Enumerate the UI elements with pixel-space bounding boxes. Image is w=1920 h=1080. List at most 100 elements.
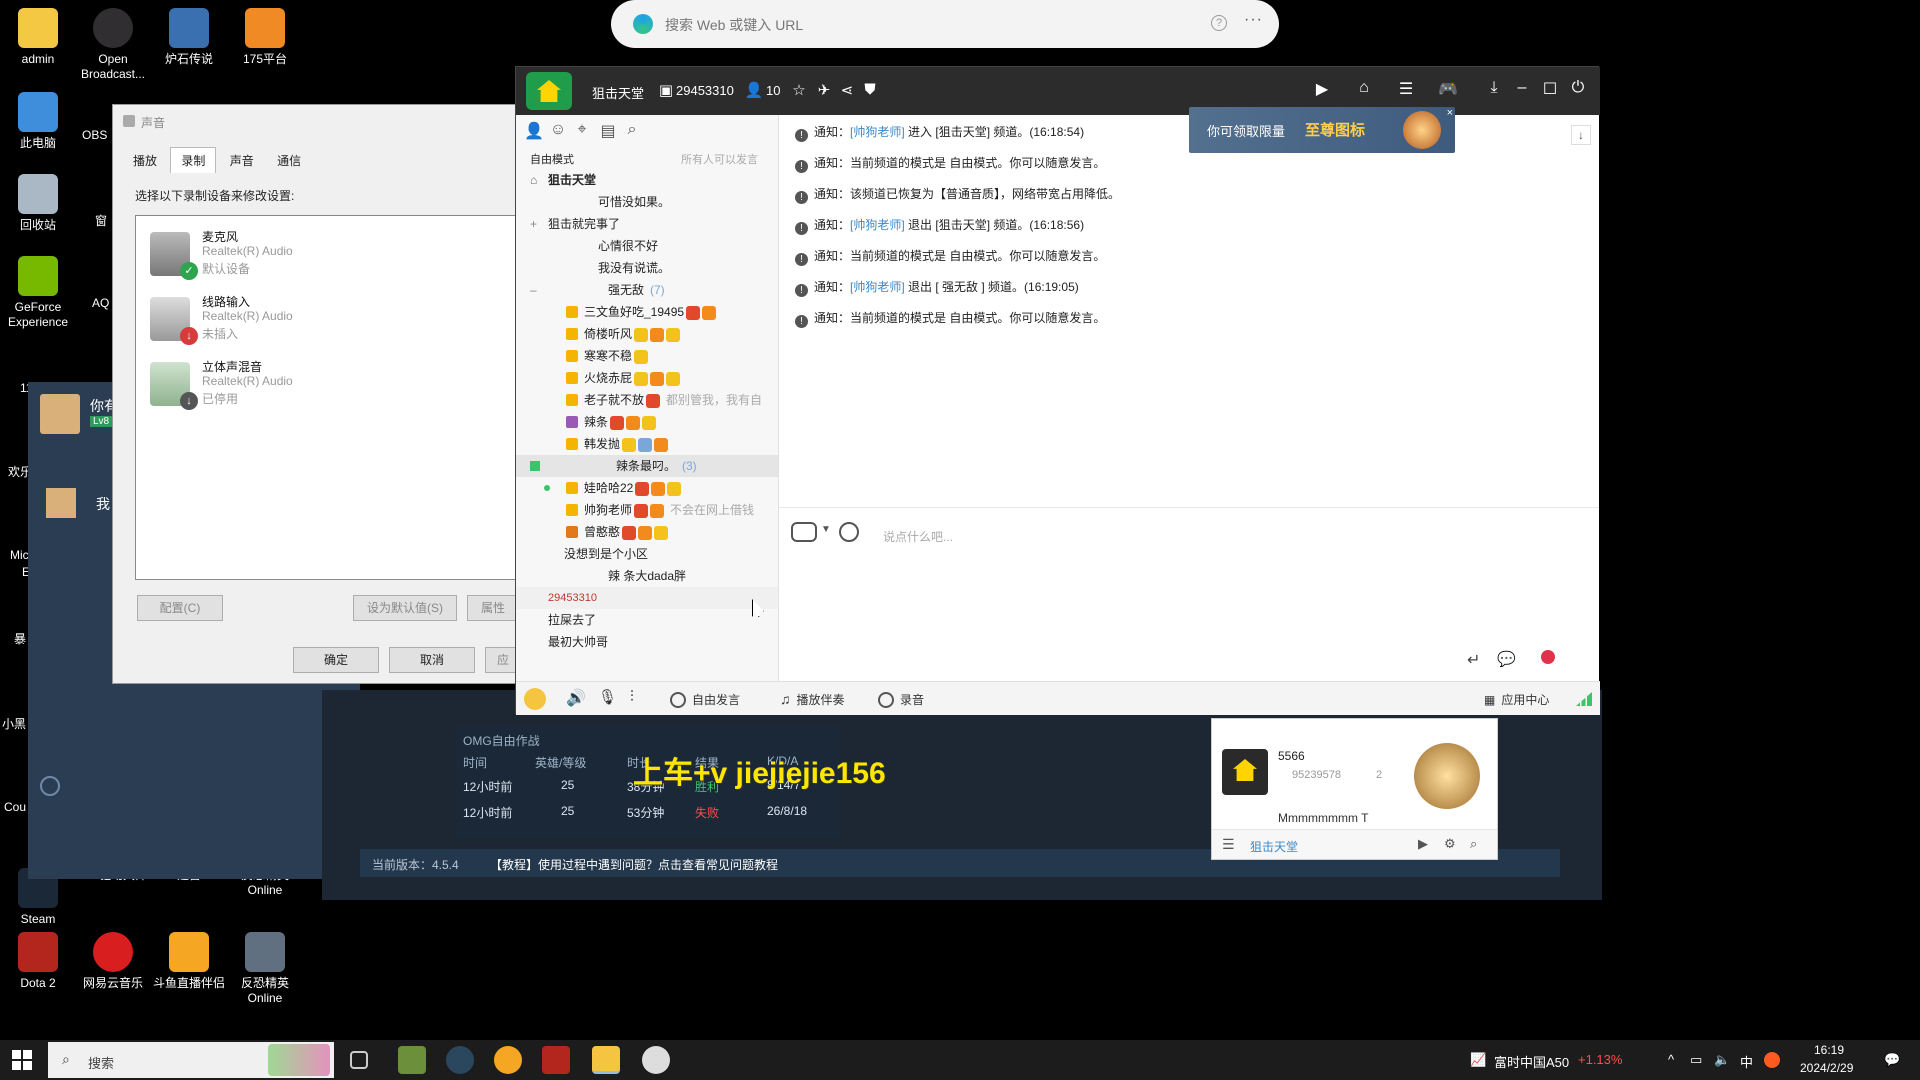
desktop-icon-175[interactable]: 175平台 — [227, 8, 303, 67]
clock-time[interactable]: 16:19 — [1814, 1043, 1844, 1057]
device-stereo-mix[interactable]: ↓ 立体声混音 Realtek(R) Audio 已停用 — [150, 358, 530, 414]
desktop-icon-cso-2[interactable]: 反恐精英 Online — [227, 932, 303, 1006]
tab-sounds[interactable]: 声音 — [220, 148, 264, 173]
gamepad-emote-icon[interactable] — [791, 522, 817, 542]
tree-subchannel-open[interactable]: – 强无敌 (7) — [516, 279, 778, 301]
tree-subchannel[interactable]: 辣 条大dada胖 — [516, 565, 778, 587]
douyu-taskbar-icon[interactable] — [494, 1046, 522, 1074]
clock-date[interactable]: 2024/2/29 — [1800, 1061, 1853, 1075]
mic-icon[interactable]: 🎙 — [598, 688, 617, 706]
member-row[interactable]: 寒寒不稳 — [516, 345, 778, 367]
minimize-icon[interactable]: – — [1510, 79, 1534, 97]
member-row[interactable]: 三文鱼好吃_19495 — [516, 301, 778, 323]
tutorial-link[interactable]: 【教程】使用过程中遇到问题？点击查看常见问题教程 — [490, 856, 778, 876]
desktop-icon-dota2[interactable]: Dota 2 — [0, 932, 76, 991]
emoji-search-icon[interactable] — [839, 522, 859, 542]
desktop-icon-douyu[interactable]: 斗鱼直播伴侣 — [151, 932, 227, 991]
set-default-button[interactable]: 设为默认值(S) — [353, 595, 457, 621]
notice-user-link[interactable]: [帅狗老师] — [850, 280, 905, 294]
notification-icon[interactable]: 💬 — [1884, 1052, 1900, 1068]
game-app-icon[interactable] — [398, 1046, 426, 1074]
device-line-in[interactable]: ↓ 线路输入 Realtek(R) Audio 未插入 — [150, 293, 530, 349]
member-row[interactable]: 老子就不放 都别管我，我有自 — [516, 389, 778, 411]
equalizer-icon[interactable]: ⫶ — [630, 688, 634, 705]
video-icon[interactable]: ▶ — [1418, 836, 1428, 852]
desktop-icon-hearthstone[interactable]: 炉石传说 — [151, 8, 227, 67]
tree-channel[interactable]: + 狙击就完事了 — [516, 213, 778, 235]
free-speak-button[interactable]: 自由发言 — [670, 691, 740, 708]
record-button[interactable]: 录音 — [878, 691, 924, 708]
owl-mascot-icon[interactable] — [524, 688, 546, 710]
member-row[interactable]: 韩发抛 — [516, 433, 778, 455]
gamepad-icon[interactable]: 🎮 — [1436, 79, 1460, 99]
chevron-up-icon[interactable]: ^ — [1668, 1052, 1674, 1067]
configure-button[interactable]: 配置(C) — [137, 595, 223, 621]
shield-icon[interactable]: ⛊ — [860, 81, 880, 98]
windows-start-icon[interactable] — [12, 1050, 32, 1070]
yy-owl-taskbar-icon[interactable] — [592, 1046, 620, 1074]
search-icon[interactable]: ⌕ — [1470, 836, 1477, 852]
promo-banner[interactable]: 你可领取限量 至尊图标 × — [1189, 107, 1455, 153]
power-icon[interactable]: ⏻ — [1566, 79, 1590, 97]
obs-taskbar-icon[interactable] — [642, 1046, 670, 1074]
desktop-icon-this-pc[interactable]: 此电脑 — [0, 92, 76, 151]
browser-search-bar[interactable]: 搜索 Web 或键入 URL ? ··· — [611, 0, 1279, 48]
tree-subchannel[interactable]: 可惜没如果。 — [516, 191, 778, 213]
member-row[interactable]: 曾憨憨 — [516, 521, 778, 543]
settings-icon[interactable]: ⚙ — [1444, 836, 1456, 852]
task-view-icon[interactable] — [350, 1051, 368, 1069]
volume-icon[interactable]: 🔈 — [1714, 1052, 1730, 1068]
tab-recording[interactable]: 录制 — [170, 147, 217, 173]
desktop-icon-admin[interactable]: admin — [0, 8, 76, 67]
member-row[interactable]: 倚楼听风 — [516, 323, 778, 345]
desktop-icon-netease-music[interactable]: 网易云音乐 — [75, 932, 151, 991]
video-icon[interactable]: ▶ — [1310, 79, 1334, 99]
desktop-icon-recycle-bin[interactable]: 回收站 — [0, 174, 76, 233]
menu-icon[interactable]: ☰ — [1222, 836, 1235, 853]
tree-subchannel[interactable]: 没想到是个小区 — [516, 543, 778, 565]
tree-channel[interactable]: 最初大帅哥 — [516, 631, 778, 653]
scroll-down-icon[interactable]: ↓ — [1571, 125, 1591, 145]
yy-home-logo-icon[interactable] — [526, 72, 572, 110]
member-row[interactable]: 娃哈哈22 — [516, 477, 778, 499]
rose-icon[interactable] — [1541, 650, 1555, 664]
search-icon[interactable]: ⌕ — [622, 121, 642, 139]
device-microphone[interactable]: ✓ 麦克风 Realtek(R) Audio 默认设备 — [150, 228, 530, 284]
member-row[interactable]: 辣条 — [516, 411, 778, 433]
speaker-volume-icon[interactable]: 🔊 — [566, 688, 586, 708]
tree-channel[interactable]: 拉屎去了 — [516, 609, 778, 631]
tree-channel-root[interactable]: ⌂ 狙击天堂 — [516, 169, 778, 191]
ok-button[interactable]: 确定 — [293, 647, 379, 673]
mini-channel-name[interactable]: 5566 — [1278, 749, 1305, 763]
member-row[interactable]: 火烧赤屁 — [516, 367, 778, 389]
list-icon[interactable]: ☰ — [1394, 79, 1418, 99]
properties-button[interactable]: 属性 — [467, 595, 519, 621]
chevron-down-icon[interactable]: ▼ — [821, 524, 831, 535]
taskbar-search[interactable]: ⌕ 搜索 — [48, 1042, 334, 1078]
tree-subchannel[interactable]: 心情很不好 — [516, 235, 778, 257]
maximize-icon[interactable]: ☐ — [1538, 79, 1562, 99]
close-icon[interactable]: × — [1447, 107, 1453, 119]
notes-icon[interactable]: ▤ — [598, 121, 618, 141]
location-icon[interactable]: ⌖ — [572, 121, 592, 139]
stock-name[interactable]: 富时中国A50 — [1494, 1052, 1569, 1071]
tree-subchannel-selected[interactable]: 辣条最叼。 (3) — [516, 455, 778, 477]
download-icon[interactable]: ⤓ — [1482, 79, 1506, 97]
user-icon[interactable]: 👤 — [524, 121, 544, 141]
home-icon[interactable]: ⌂ — [1352, 79, 1376, 97]
tab-communications[interactable]: 通信 — [267, 148, 311, 173]
sogou-ime-icon[interactable] — [1764, 1052, 1780, 1068]
plane-icon[interactable]: ✈ — [814, 81, 834, 99]
ime-indicator[interactable]: 中 — [1740, 1052, 1753, 1071]
tree-subchannel[interactable]: 我没有说谎。 — [516, 257, 778, 279]
share-icon[interactable]: ⋖ — [837, 81, 857, 99]
chat-bubble-icon[interactable]: 💬 — [1497, 650, 1516, 668]
tab-playback[interactable]: 播放 — [123, 148, 167, 173]
help-icon[interactable]: ? — [1211, 15, 1227, 31]
steam-taskbar-icon[interactable] — [446, 1046, 474, 1074]
chat-input[interactable]: 说点什么吧... — [883, 528, 953, 545]
notice-user-link[interactable]: [帅狗老师] — [850, 125, 905, 139]
emoji-icon[interactable] — [40, 776, 60, 796]
send-enter-icon[interactable]: ↵ — [1467, 650, 1480, 670]
dota-taskbar-icon[interactable] — [542, 1046, 570, 1074]
